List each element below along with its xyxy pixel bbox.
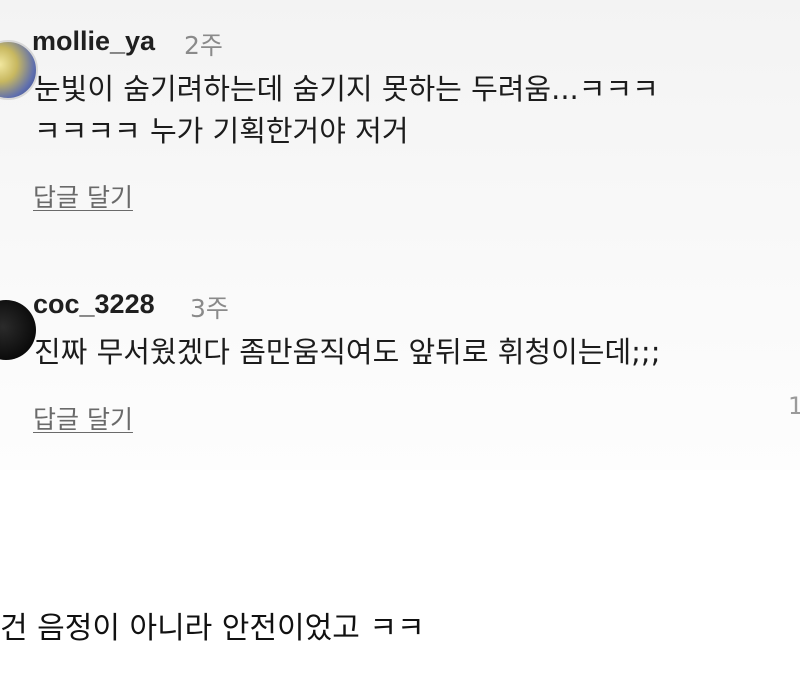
comment-username[interactable]: mollie_ya — [32, 26, 155, 57]
avatar[interactable] — [0, 300, 36, 360]
caption-text: 건 음정이 아니라 안전이었고 ㅋㅋ — [0, 611, 425, 646]
comments-panel: mollie_ya 2주 눈빛이 숨기려하는데 숨기지 못하는 두려움...ㅋㅋ… — [0, 0, 800, 470]
comment-username[interactable]: coc_3228 — [33, 289, 155, 320]
comment-text-line: 진짜 무서웠겠다 좀만움직여도 앞뒤로 휘청이는데;;; — [34, 335, 661, 369]
comment-timestamp: 3주 — [190, 294, 229, 323]
comment-text-line: ㅋㅋㅋㅋ 누가 기획한거야 저거 — [34, 114, 409, 148]
comment-timestamp: 2주 — [184, 31, 223, 60]
reply-button[interactable]: 답글 달기 — [33, 400, 133, 436]
reply-button[interactable]: 답글 달기 — [33, 178, 133, 214]
comment-text-line: 눈빛이 숨기려하는데 숨기지 못하는 두려움...ㅋㅋㅋ — [34, 72, 659, 106]
edge-glyph: 1 — [788, 392, 800, 420]
